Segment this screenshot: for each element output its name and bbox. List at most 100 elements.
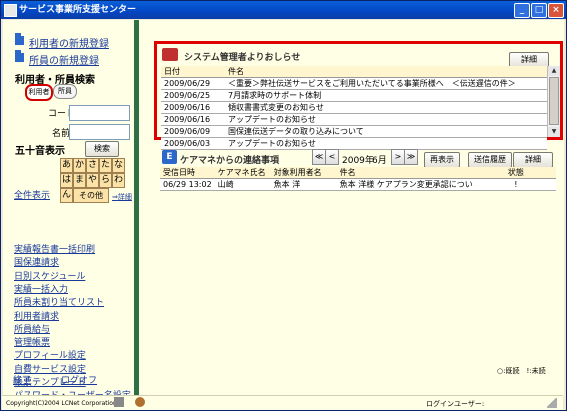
exit-link[interactable]: 終了 [13, 373, 31, 386]
cell-date: 2009/06/29 [161, 77, 225, 90]
show-all-link[interactable]: 全件表示 [14, 188, 50, 201]
status-bar: Copyright(C)2004 LCNet Corporation ログインユ… [2, 395, 563, 410]
name-input[interactable] [69, 124, 130, 140]
kana-ta[interactable]: た [99, 158, 112, 173]
month-nav-next: > ≫ [391, 149, 421, 165]
app-icon [4, 4, 17, 17]
kana-ya[interactable]: や [86, 173, 99, 188]
col-received: 受信日時 [160, 167, 215, 179]
new-user-link[interactable]: 利用者の新規登録 [29, 35, 109, 50]
caremanager-title: ケアマネからの連絡事項 [180, 156, 280, 166]
copyright: Copyright(C)2004 LCNet Corporation [6, 400, 117, 407]
notice-scrollbar[interactable]: ▲ ▼ [547, 66, 560, 137]
menu-link[interactable]: 所員未割り当てリスト [14, 295, 104, 308]
read-legend: ○:既読 !:未読 [497, 367, 546, 375]
col-date: 日付 [161, 66, 225, 78]
search-button[interactable]: 検索 [85, 141, 119, 157]
cell-subject: ＜重要＞弊社伝送サービスをご利用いただいてる事業所様へ ＜伝送遅信の件＞ [225, 77, 547, 90]
kana-ma[interactable]: ま [73, 173, 86, 188]
kana-ha[interactable]: は [60, 173, 73, 188]
nav-next-button[interactable]: > [391, 149, 405, 165]
menu-link[interactable]: 日別スケジュール [14, 269, 85, 282]
notice-panel: システム管理者よりおしらせ 詳細 日付 件名 2009/06/29 ＜重要＞弊社伝… [154, 41, 563, 150]
send-history-button[interactable]: 送信履歴 [468, 152, 512, 168]
kana-a[interactable]: あ [60, 158, 73, 173]
help-icon[interactable] [135, 397, 145, 407]
cell-received: 06/29 13:02 [160, 178, 215, 191]
table-row[interactable]: 2009/06/29 ＜重要＞弊社伝送サービスをご利用いただいてる事業所様へ ＜伝… [161, 77, 547, 90]
cell-date: 2009/06/16 [161, 113, 225, 126]
menu-link[interactable]: 国保連請求 [14, 255, 59, 268]
cell-date: 2009/06/03 [161, 137, 225, 150]
col-status: 状態 [475, 167, 556, 179]
caremanager-detail-button[interactable]: 詳細 [513, 152, 553, 168]
table-row[interactable]: 06/29 13:02 山崎 魚本 洋 魚本 洋様 ケアプラン変更承認につい ! [160, 178, 556, 191]
nav-last-button[interactable]: ≫ [404, 149, 418, 165]
scroll-up-icon[interactable]: ▲ [548, 66, 560, 76]
cell-subject: アップデートのお知らせ [225, 137, 547, 150]
kana-wa[interactable]: わ [112, 173, 125, 188]
kana-other-button[interactable]: その他 [73, 188, 109, 203]
resize-grip-icon[interactable] [547, 398, 557, 408]
nav-first-button[interactable]: ≪ [312, 149, 326, 165]
scroll-down-icon[interactable]: ▼ [548, 127, 560, 137]
code-input[interactable] [69, 105, 130, 121]
kana-ka[interactable]: か [73, 158, 86, 173]
maximize-icon[interactable]: □ [531, 3, 547, 18]
cell-caremanager: 山崎 [214, 178, 271, 191]
sidebar: 利用者の新規登録 所員の新規登録 利用者・所員検索 利用者 所員 コード 名前 … [3, 20, 134, 401]
table-row[interactable]: 2009/06/03 アップデートのお知らせ [161, 137, 547, 150]
notice-title: システム管理者よりおしらせ [184, 53, 301, 63]
notice-table: 日付 件名 2009/06/29 ＜重要＞弊社伝送サービスをご利用いただいてる事業… [161, 66, 547, 150]
col-subject: 件名 [225, 66, 547, 78]
cell-subject: アップデートのお知らせ [225, 113, 547, 126]
minimize-icon[interactable]: _ [514, 3, 530, 18]
table-row[interactable]: 2009/06/09 国保連伝送データの取り込みについて [161, 125, 547, 138]
notice-header-row: 日付 件名 [161, 66, 547, 78]
col-subject: 件名 [336, 167, 476, 179]
kana-heading: 五十音表示 [15, 146, 65, 157]
kana-ra[interactable]: ら [99, 173, 112, 188]
redisplay-button[interactable]: 再表示 [424, 152, 460, 168]
scroll-thumb[interactable] [549, 77, 559, 125]
col-caremanager: ケアマネ氏名 [214, 167, 271, 179]
detail-link-label: 詳細 [117, 193, 132, 201]
kana-n[interactable]: ん [60, 188, 73, 203]
cell-subject: 魚本 洋様 ケアプラン変更承認につい [336, 178, 476, 191]
login-user-label: ログインユーザー: [426, 400, 485, 408]
cell-target-user: 魚本 洋 [270, 178, 337, 191]
window-title: サービス事業所支援センター [19, 5, 137, 15]
logoff-link[interactable]: ログオフ [61, 373, 97, 386]
cell-subject: 傾収書書式変更のお知らせ [225, 101, 547, 114]
cell-date: 2009/06/09 [161, 125, 225, 138]
cell-status: ! [475, 178, 556, 191]
col-target-user: 対象利用者名 [270, 167, 337, 179]
table-row[interactable]: 2009/06/16 アップデートのお知らせ [161, 113, 547, 126]
caremanager-header-row: 受信日時 ケアマネ氏名 対象利用者名 件名 状態 [160, 167, 556, 179]
new-user-icon [15, 33, 24, 45]
cell-subject: 7月請求時のサポート体制 [225, 89, 547, 102]
notice-icon [162, 48, 178, 61]
menu-link[interactable]: 所員給与 [14, 322, 50, 335]
name-label: 名前 [52, 129, 71, 139]
close-icon[interactable]: × [548, 3, 564, 18]
menu-link[interactable]: 実績報告書一括印刷 [14, 242, 95, 255]
menu-link[interactable]: 管理帳票 [14, 335, 50, 348]
table-row[interactable]: 2009/06/16 傾収書書式変更のお知らせ [161, 101, 547, 114]
detail-link[interactable]: ⇒詳細 [112, 192, 132, 202]
nav-prev-button[interactable]: < [325, 149, 339, 165]
kana-na[interactable]: な [112, 158, 125, 173]
nav-year: 2009年 [342, 156, 374, 166]
print-icon[interactable] [114, 397, 124, 407]
sidebar-divider [134, 20, 139, 396]
menu-link[interactable]: プロフィール設定 [14, 348, 86, 361]
menu-link[interactable]: 実績一括入力 [14, 282, 68, 295]
menu-link[interactable]: 利用者請求 [14, 309, 59, 322]
new-office-icon [15, 50, 24, 62]
new-office-link[interactable]: 所員の新規登録 [29, 52, 99, 67]
search-heading: 利用者・所員検索 [15, 75, 95, 86]
table-row[interactable]: 2009/06/25 7月請求時のサポート体制 [161, 89, 547, 102]
toggle-user[interactable]: 利用者 [25, 84, 53, 101]
kana-sa[interactable]: さ [86, 158, 99, 173]
toggle-office[interactable]: 所員 [53, 84, 77, 99]
